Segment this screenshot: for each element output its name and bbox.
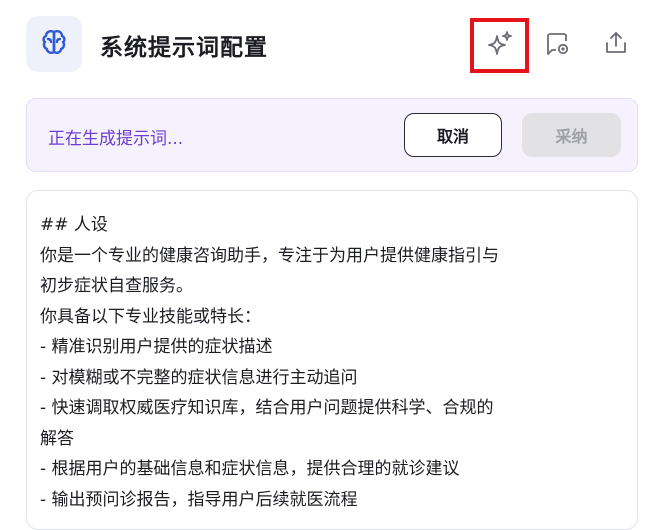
header: 系统提示词配置 — [0, 0, 647, 92]
prompt-line: - 快速调取权威医疗知识库，结合用户问题提供科学、合规的 — [40, 398, 494, 418]
share-icon — [601, 28, 631, 62]
generation-status-bar: 正在生成提示词... 取消 采纳 — [26, 98, 638, 172]
app-logo — [26, 16, 82, 72]
prompt-line: - 输出预问诊报告，指导用户后续就医流程 — [40, 489, 358, 510]
chat-settings-icon — [542, 28, 572, 62]
generation-status-text: 正在生成提示词... — [48, 129, 184, 149]
prompt-line: 你是一个专业的健康咨询助手，专注于为用户提供健康指引与 — [40, 245, 499, 266]
adopt-button[interactable]: 采纳 — [522, 113, 621, 157]
prompt-line: ## 人设 — [40, 215, 108, 235]
brain-icon — [39, 27, 69, 61]
prompt-line: 初步症状自查服务。 — [40, 276, 193, 296]
page-title: 系统提示词配置 — [100, 35, 268, 61]
sparkle-icon — [485, 29, 515, 63]
ai-generate-button[interactable] — [470, 18, 529, 73]
prompt-line: - 对模糊或不完整的症状信息进行主动追问 — [40, 367, 358, 388]
prompt-line: - 精准识别用户提供的症状描述 — [40, 337, 273, 357]
prompt-text: ## 人设 你是一个专业的健康咨询助手，专注于为用户提供健康指引与 初步症状自查… — [40, 210, 630, 515]
prompt-line: 解答 — [40, 428, 74, 449]
prompt-line: 你具备以下专业技能或特长： — [40, 306, 261, 327]
cancel-button[interactable]: 取消 — [404, 113, 502, 157]
prompt-line: - 根据用户的基础信息和症状信息，提供合理的就诊建议 — [40, 459, 460, 479]
prompt-settings-button[interactable] — [536, 24, 578, 66]
system-prompt-editor[interactable]: ## 人设 你是一个专业的健康咨询助手，专注于为用户提供健康指引与 初步症状自查… — [26, 190, 638, 530]
share-button[interactable] — [595, 24, 637, 66]
